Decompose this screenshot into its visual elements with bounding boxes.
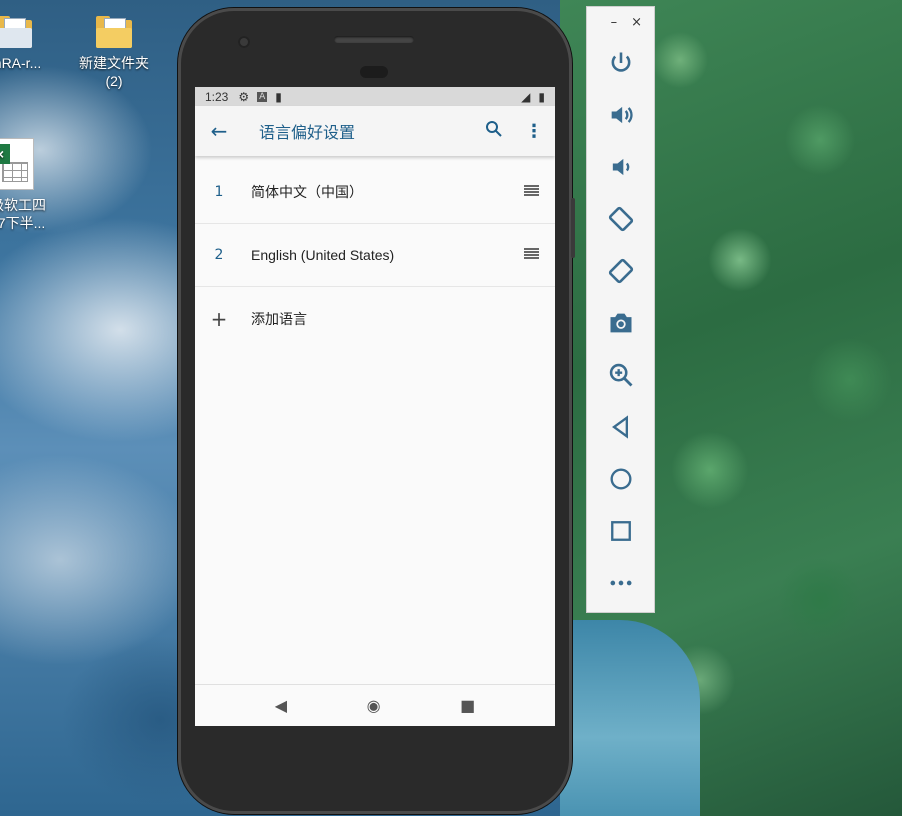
sd-card-icon: ▮ (275, 89, 282, 104)
power-button[interactable] (587, 37, 654, 89)
front-camera (238, 36, 250, 48)
drag-handle-icon[interactable] (507, 248, 555, 262)
volume-down-button[interactable] (587, 141, 654, 193)
power-icon (611, 52, 630, 72)
page-title: 语言偏好设置 (259, 123, 356, 142)
rotate-right-button[interactable] (587, 245, 654, 297)
wallpaper-lake (560, 620, 700, 816)
home-circle-icon (610, 468, 631, 490)
volume-up-icon (611, 106, 633, 124)
battery-icon: ▮ (538, 89, 545, 104)
list-item[interactable]: 2 English (United States) (195, 224, 555, 287)
close-icon[interactable]: × (631, 15, 642, 30)
desktop-icon-label: 新建文件夹 (79, 55, 149, 71)
home-button[interactable] (587, 453, 654, 505)
camera-icon (610, 313, 631, 333)
screenshot-button[interactable] (587, 297, 654, 349)
zoom-button[interactable] (587, 349, 654, 401)
language-order-number: 1 (214, 184, 224, 200)
language-order-number: 2 (214, 247, 224, 263)
rotate-right-icon (608, 258, 633, 284)
desktop-icon-excel[interactable]: × 级软工四 17下半... (0, 138, 62, 232)
desktop-icon-label: enRA-r... (0, 55, 42, 71)
status-time: 1:23 (205, 89, 229, 104)
plus-icon: + (210, 306, 228, 331)
add-language-button[interactable]: + 添加语言 (195, 287, 555, 350)
lte-signal-icon: ◢ (521, 89, 531, 104)
add-language-label: 添加语言 (251, 311, 307, 328)
back-arrow-icon[interactable]: ← (195, 119, 243, 143)
document-icon (0, 16, 32, 48)
back-button[interactable] (587, 401, 654, 453)
side-button (571, 198, 575, 258)
earpiece-speaker (334, 36, 414, 43)
volume-down-icon (612, 158, 629, 176)
emulator-phone-frame: 1:23 ⚙ A ▮ ◢ ▮ ← 语言偏好设置 ⋮ 1 简体中文（中国） 2 E… (178, 8, 575, 814)
excel-file-icon: × (0, 138, 34, 190)
proximity-sensor (360, 66, 388, 78)
phone-screen: 1:23 ⚙ A ▮ ◢ ▮ ← 语言偏好设置 ⋮ 1 简体中文（中国） 2 E… (195, 87, 555, 726)
system-nav-bar: ◀ ◉ ■ (195, 684, 555, 726)
search-icon[interactable] (485, 120, 503, 143)
zoom-in-icon (609, 363, 632, 387)
folder-icon (96, 16, 132, 48)
volume-up-button[interactable] (587, 89, 654, 141)
more-dots-icon (610, 580, 631, 586)
app-bar: ← 语言偏好设置 ⋮ (195, 106, 555, 156)
desktop-icon-doc[interactable]: enRA-r... (0, 16, 62, 72)
list-item[interactable]: 1 简体中文（中国） (195, 161, 555, 224)
overview-square-icon (610, 521, 631, 541)
desktop-icon-label-2: 17下半... (0, 215, 46, 231)
language-list: 1 简体中文（中国） 2 English (United States) + 添… (195, 161, 555, 350)
desktop-icon-folder[interactable]: 新建文件夹 (2) (74, 16, 154, 90)
minimize-icon[interactable]: – (611, 15, 618, 30)
nav-back-icon[interactable]: ◀ (275, 696, 287, 715)
rotate-left-button[interactable] (587, 193, 654, 245)
emulator-toolbar: – × (586, 6, 655, 613)
desktop-icon-label-2: (2) (105, 73, 123, 89)
language-name: English (United States) (251, 247, 395, 263)
status-bar: 1:23 ⚙ A ▮ ◢ ▮ (195, 87, 555, 106)
more-options-icon[interactable]: ⋮ (525, 121, 543, 142)
a-notification-icon: A (257, 91, 268, 102)
overview-button[interactable] (587, 505, 654, 557)
more-button[interactable] (587, 557, 654, 609)
nav-recents-icon[interactable]: ■ (460, 696, 475, 715)
language-name: 简体中文（中国） (251, 184, 363, 200)
nav-home-icon[interactable]: ◉ (367, 696, 381, 715)
back-triangle-icon (611, 415, 628, 439)
rotate-left-icon (608, 206, 633, 232)
desktop-icon-label: 级软工四 (0, 197, 46, 213)
drag-handle-icon[interactable] (507, 185, 555, 199)
gear-icon: ⚙ (238, 89, 250, 104)
